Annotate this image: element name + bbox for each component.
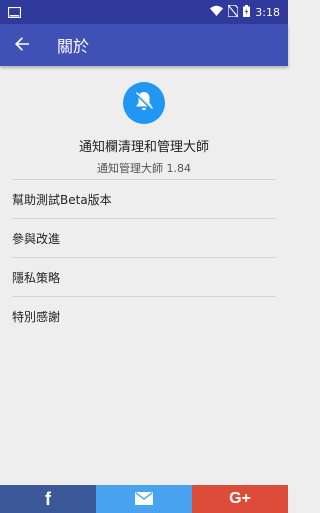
- arrow-back-icon: [15, 36, 29, 55]
- app-header: 通知欄清理和管理大師 通知管理大師 1.84: [0, 66, 288, 176]
- menu-item-label: 隱私策略: [12, 270, 61, 285]
- facebook-share-button[interactable]: f: [0, 485, 96, 513]
- page-title: 關於: [57, 37, 90, 56]
- email-icon: [135, 490, 153, 509]
- gplus-share-button[interactable]: G+: [192, 485, 288, 513]
- menu-item-improve[interactable]: 參與改進: [0, 219, 288, 257]
- app-logo: [123, 82, 165, 124]
- menu-item-label: 幫助測試Beta版本: [12, 192, 112, 207]
- menu-item-thanks[interactable]: 特別感謝: [0, 297, 288, 335]
- menu-item-privacy[interactable]: 隱私策略: [0, 258, 288, 296]
- app-bar: 關於: [0, 24, 288, 66]
- status-bar: 3:18: [0, 0, 288, 24]
- clock: 3:18: [255, 5, 280, 19]
- app-name: 通知欄清理和管理大師: [78, 140, 209, 155]
- back-button[interactable]: [2, 24, 42, 66]
- menu-item-beta[interactable]: 幫助測試Beta版本: [0, 180, 288, 218]
- gplus-icon: G+: [229, 490, 251, 507]
- wifi-icon: [210, 5, 224, 19]
- app-version: 通知管理大師 1.84: [97, 162, 191, 175]
- share-bar: f G+: [0, 485, 288, 513]
- notification-off-icon: [133, 90, 155, 116]
- facebook-icon: f: [45, 488, 51, 509]
- menu-item-label: 參與改進: [12, 231, 61, 246]
- battery-icon: [243, 4, 251, 20]
- about-menu-list: 幫助測試Beta版本 參與改進 隱私策略 特別感謝: [0, 179, 288, 335]
- menu-item-label: 特別感謝: [12, 309, 61, 324]
- no-sim-icon: [227, 3, 239, 20]
- email-share-button[interactable]: [96, 485, 192, 513]
- screen-icon: [7, 3, 22, 22]
